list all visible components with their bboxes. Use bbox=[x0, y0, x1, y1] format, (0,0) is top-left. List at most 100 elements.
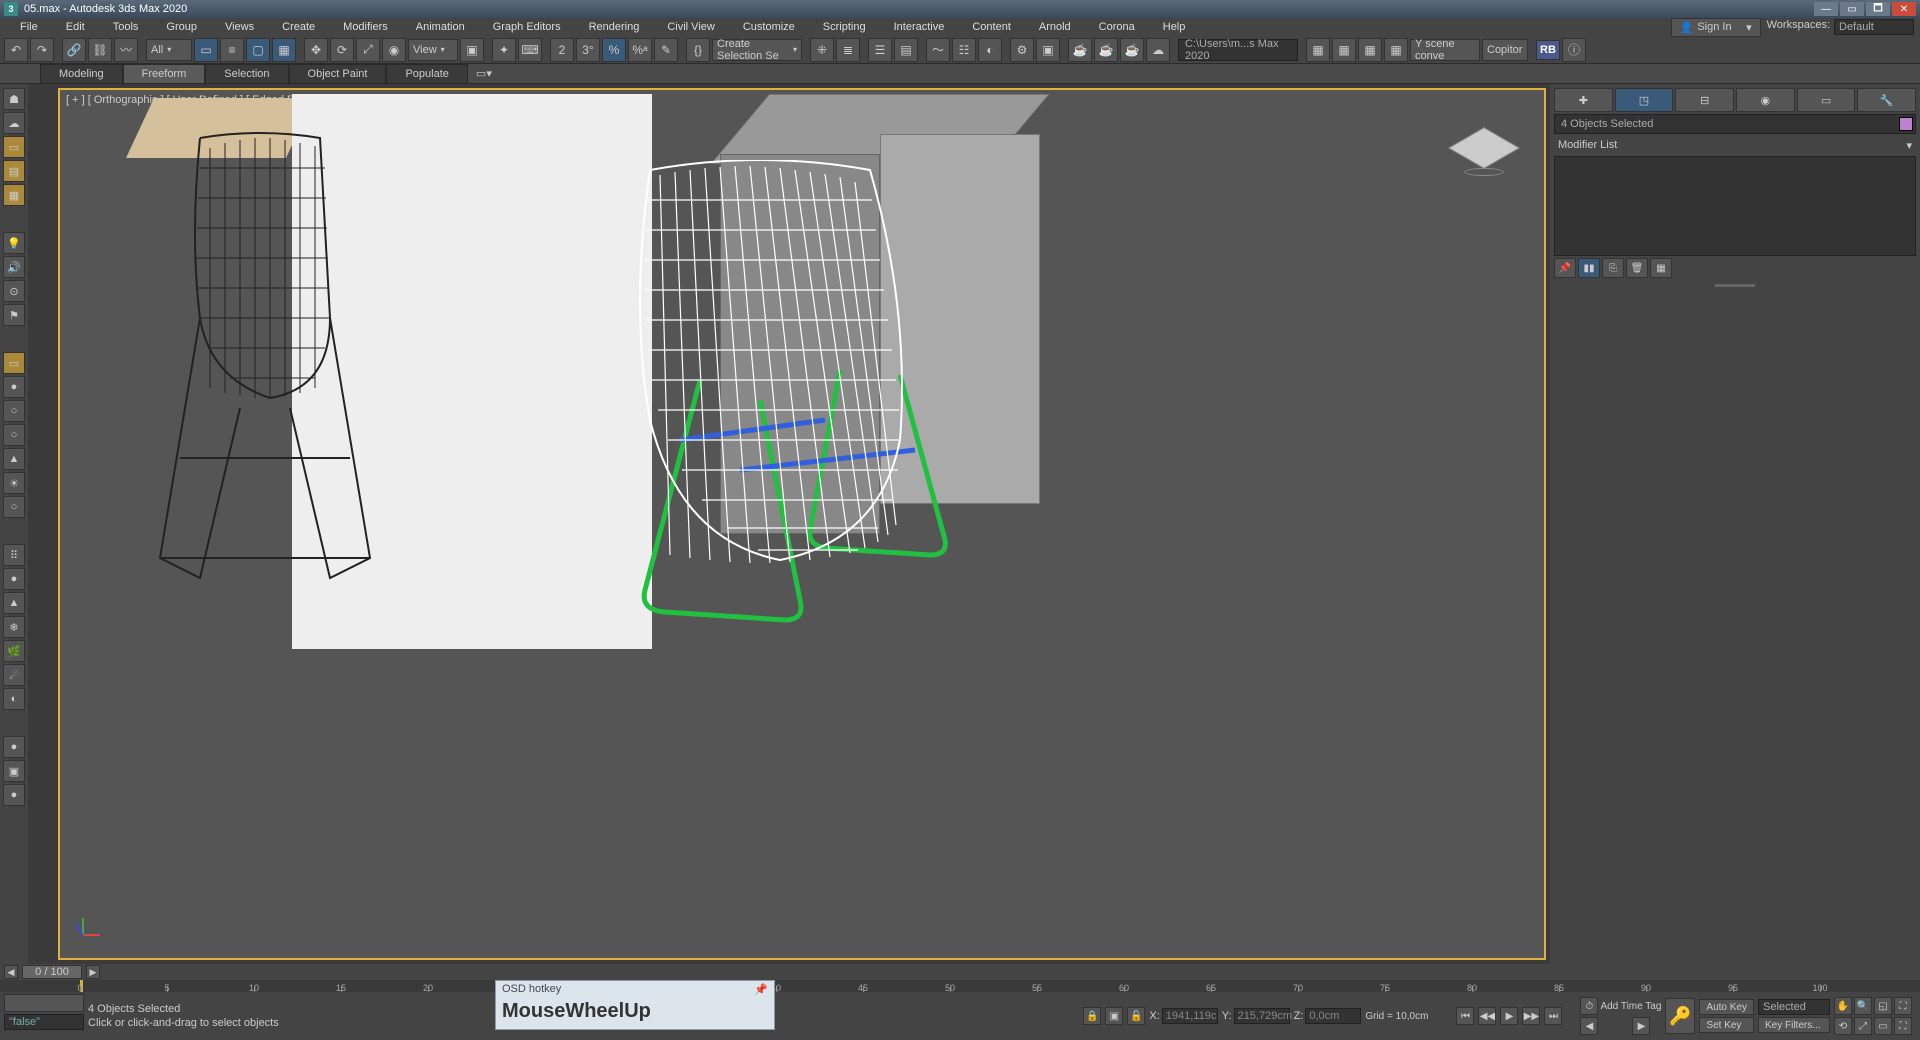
lb-icon-4[interactable]: ▤ bbox=[3, 160, 25, 182]
motion-tab[interactable]: ◉ bbox=[1736, 88, 1795, 112]
x-input[interactable]: 1941,119c bbox=[1162, 1008, 1218, 1024]
modifier-stack[interactable] bbox=[1554, 156, 1916, 256]
lock-selection-icon[interactable]: 🔒 bbox=[1083, 1007, 1101, 1025]
restore-button[interactable]: ▭ bbox=[1840, 2, 1864, 16]
render-iterative-button[interactable]: ☕ bbox=[1094, 38, 1118, 62]
lb-icon-6[interactable]: 💡 bbox=[3, 232, 25, 254]
object-color-swatch[interactable] bbox=[1899, 117, 1913, 131]
ref-coord-system[interactable]: View▾ bbox=[408, 39, 458, 61]
prev-frame-button[interactable]: ◀◀ bbox=[1478, 1007, 1496, 1025]
project-path[interactable]: C:\Users\m...s Max 2020 bbox=[1178, 39, 1298, 61]
lb-icon-16[interactable]: ○ bbox=[3, 496, 25, 518]
selection-filter[interactable]: All▾ bbox=[146, 39, 192, 61]
menu-group[interactable]: Group bbox=[152, 19, 211, 35]
maxscript-mini[interactable] bbox=[4, 994, 84, 1012]
play-button[interactable]: ▶ bbox=[1500, 1007, 1518, 1025]
goto-end-button[interactable]: ⏭ bbox=[1544, 1007, 1562, 1025]
lb-icon-9[interactable]: ⚑ bbox=[3, 304, 25, 326]
spinner-snap-button[interactable]: %ᵃ bbox=[628, 38, 652, 62]
named-selection-button[interactable]: {} bbox=[686, 38, 710, 62]
scene-converter[interactable]: Y scene conve bbox=[1410, 39, 1480, 61]
lb-icon-19[interactable]: ▲ bbox=[3, 592, 25, 614]
lb-icon-18[interactable]: ● bbox=[3, 568, 25, 590]
menu-help[interactable]: Help bbox=[1149, 19, 1200, 35]
ribbon-tab-objectpaint[interactable]: Object Paint bbox=[289, 64, 387, 84]
menu-grapheditors[interactable]: Graph Editors bbox=[479, 19, 575, 35]
lb-icon-21[interactable]: 🌿 bbox=[3, 640, 25, 662]
lb-icon-7[interactable]: 🔊 bbox=[3, 256, 25, 278]
lb-icon-13[interactable]: ○ bbox=[3, 424, 25, 446]
maximize-viewport-button[interactable]: ⛶ bbox=[1894, 1017, 1912, 1035]
render-online-button[interactable]: ☁ bbox=[1146, 38, 1170, 62]
link-button[interactable]: 🔗 bbox=[62, 38, 86, 62]
render-activeshade-button[interactable]: ☕ bbox=[1120, 38, 1144, 62]
menu-rendering[interactable]: Rendering bbox=[575, 19, 654, 35]
lb-icon-2[interactable]: ☁ bbox=[3, 112, 25, 134]
current-frame-input[interactable] bbox=[1600, 1017, 1630, 1035]
utilities-tab[interactable]: 🔧 bbox=[1857, 88, 1916, 112]
snap-angle-button[interactable]: 3° bbox=[576, 38, 600, 62]
corona-btn2[interactable]: ▦ bbox=[1332, 38, 1356, 62]
ribbon-tab-populate[interactable]: Populate bbox=[386, 64, 467, 84]
next-frame-button[interactable]: ▶▶ bbox=[1522, 1007, 1540, 1025]
menu-create[interactable]: Create bbox=[268, 19, 329, 35]
remove-modifier-button[interactable]: 🗑 bbox=[1626, 258, 1648, 278]
lb-icon-10[interactable]: ▭ bbox=[3, 352, 25, 374]
toggle-ribbon-button[interactable]: ▤ bbox=[894, 38, 918, 62]
lb-icon-5[interactable]: ▦ bbox=[3, 184, 25, 206]
copitor-button[interactable]: Copitor bbox=[1482, 39, 1528, 61]
osd-hotkey-window[interactable]: OSD hotkey📌 MouseWheelUp bbox=[495, 980, 775, 1030]
snap-percent-button[interactable]: % bbox=[602, 38, 626, 62]
goto-start-button[interactable]: ⏮ bbox=[1456, 1007, 1474, 1025]
key-mode-dropdown[interactable]: Selected bbox=[1758, 999, 1830, 1015]
render-setup-button[interactable]: ⚙ bbox=[1010, 38, 1034, 62]
pan-view-button[interactable]: ✋ bbox=[1834, 997, 1852, 1015]
menu-file[interactable]: File bbox=[6, 19, 52, 35]
keyboard-shortcut-button[interactable]: ⌨ bbox=[518, 38, 542, 62]
bind-spacewarp-button[interactable]: 〰 bbox=[114, 38, 138, 62]
layer-explorer-button[interactable]: ☰ bbox=[868, 38, 892, 62]
schematic-view-button[interactable]: ☷ bbox=[952, 38, 976, 62]
curve-editor-button[interactable]: 〜 bbox=[926, 38, 950, 62]
rb-button[interactable]: RB bbox=[1536, 40, 1560, 60]
orbit-button[interactable]: ⟲ bbox=[1834, 1017, 1852, 1035]
maximize-button[interactable]: 🗖 bbox=[1866, 2, 1890, 16]
window-crossing-button[interactable]: ▦ bbox=[272, 38, 296, 62]
key-filters-button[interactable]: Key Filters... bbox=[1758, 1017, 1830, 1033]
ribbon-tab-selection[interactable]: Selection bbox=[205, 64, 288, 84]
snap-2d-button[interactable]: 2 bbox=[550, 38, 574, 62]
corona-btn4[interactable]: ▦ bbox=[1384, 38, 1408, 62]
lb-icon-22[interactable]: ☄ bbox=[3, 664, 25, 686]
signin-dropdown[interactable]: 👤 Sign In ▾ bbox=[1671, 18, 1761, 37]
minimize-button[interactable]: — bbox=[1814, 2, 1838, 16]
menu-customize[interactable]: Customize bbox=[729, 19, 809, 35]
ribbon-expand-icon[interactable]: ▭▾ bbox=[476, 66, 492, 82]
lb-icon-24[interactable]: ● bbox=[3, 736, 25, 758]
lb-icon-1[interactable]: ☗ bbox=[3, 88, 25, 110]
menu-interactive[interactable]: Interactive bbox=[880, 19, 959, 35]
placement-button[interactable]: ◉ bbox=[382, 38, 406, 62]
menu-views[interactable]: Views bbox=[211, 19, 268, 35]
create-tab[interactable]: ✚ bbox=[1554, 88, 1613, 112]
info-button[interactable]: ⓘ bbox=[1562, 38, 1586, 62]
rotate-button[interactable]: ⟳ bbox=[330, 38, 354, 62]
render-production-button[interactable]: ☕ bbox=[1068, 38, 1092, 62]
lb-icon-12[interactable]: ○ bbox=[3, 400, 25, 422]
lb-icon-3[interactable]: ▭ bbox=[3, 136, 25, 158]
material-editor-button[interactable]: ◐ bbox=[978, 38, 1002, 62]
menu-content[interactable]: Content bbox=[958, 19, 1025, 35]
selection-lock-toggle[interactable]: 🔓 bbox=[1127, 1007, 1145, 1025]
object-name-field[interactable]: 4 Objects Selected bbox=[1554, 114, 1916, 134]
set-key-button[interactable]: Set Key bbox=[1699, 1017, 1754, 1033]
viewport[interactable]: [ + ] [ Orthographic ] [ User Defined ] … bbox=[58, 88, 1546, 960]
menu-civilview[interactable]: Civil View bbox=[653, 19, 728, 35]
isolate-selection-icon[interactable]: ▣ bbox=[1105, 1007, 1123, 1025]
pin-stack-button[interactable]: 📌 bbox=[1554, 258, 1576, 278]
manipulate-button[interactable]: ✦ bbox=[492, 38, 516, 62]
lb-icon-11[interactable]: ● bbox=[3, 376, 25, 398]
menu-edit[interactable]: Edit bbox=[52, 19, 99, 35]
scale-button[interactable]: ⤢ bbox=[356, 38, 380, 62]
menu-modifiers[interactable]: Modifiers bbox=[329, 19, 402, 35]
menu-tools[interactable]: Tools bbox=[99, 19, 153, 35]
auto-key-button[interactable]: Auto Key bbox=[1699, 999, 1754, 1015]
